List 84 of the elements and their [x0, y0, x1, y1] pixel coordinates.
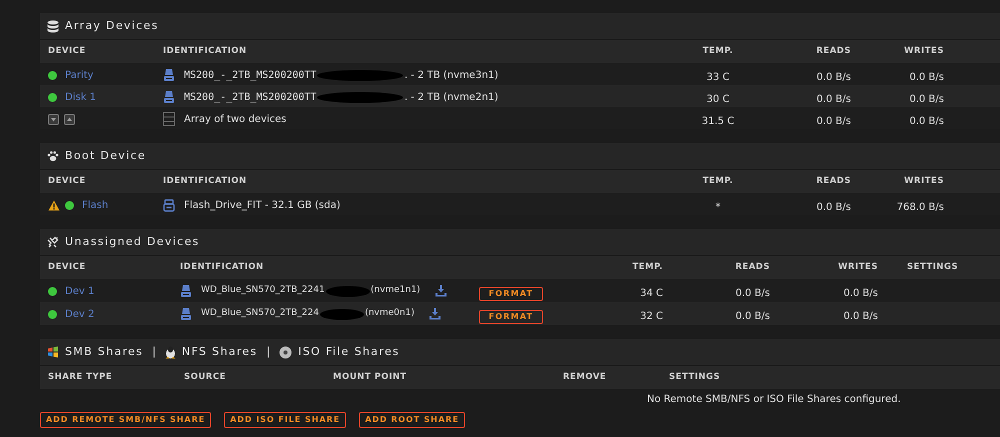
device-link[interactable]: Dev 2	[65, 306, 94, 322]
database-icon	[47, 20, 59, 32]
table-cell: 31.5 C	[702, 116, 734, 127]
column-header: TEMP.	[702, 46, 734, 56]
column-header: WRITES	[904, 176, 944, 186]
column-header: TEMP.	[632, 262, 663, 272]
column-header: REMOVE	[563, 372, 606, 382]
paw-icon	[47, 150, 59, 162]
table-cell: 0.0 B/s	[816, 72, 851, 83]
move-up-button[interactable]	[64, 114, 75, 124]
identification-text: MS200_-_2TB_MS200200TT	[184, 90, 316, 104]
table-cell: 0.0 B/s	[843, 311, 878, 322]
section-title: Array Devices	[65, 18, 159, 34]
table-cell: *	[716, 202, 720, 213]
usb-drive-icon	[163, 198, 175, 212]
table-cell: 0.0 B/s	[735, 311, 770, 322]
column-header: READS	[735, 262, 770, 272]
column-header: WRITES	[838, 262, 878, 272]
mount-icon	[435, 285, 448, 297]
device-link[interactable]: Disk 1	[65, 90, 96, 104]
table-cell: 0.0 B/s	[816, 202, 851, 213]
windows-logo-icon	[47, 346, 59, 358]
unplugged-icon	[47, 236, 59, 248]
drive-icon	[163, 90, 175, 104]
column-header: SETTINGS	[907, 262, 958, 272]
move-down-button[interactable]	[48, 114, 59, 124]
mount-icon	[429, 308, 442, 320]
array-icon	[163, 112, 175, 126]
identification-text: (nvme1n1)	[370, 284, 420, 298]
column-header: WRITES	[904, 46, 944, 56]
column-header: SHARE TYPE	[48, 372, 112, 382]
add-share-button[interactable]: ADD ROOT SHARE	[359, 412, 466, 428]
separator: |	[266, 344, 270, 360]
table-cell: 0.0 B/s	[816, 94, 851, 105]
section-title: SMB Shares	[65, 344, 144, 360]
drive-icon	[180, 284, 192, 298]
column-header: READS	[816, 176, 851, 186]
section-title: NFS Shares	[182, 344, 258, 360]
device-link[interactable]: Flash	[82, 198, 108, 212]
table-cell: 0.0 B/s	[843, 288, 878, 299]
identification-text: . - 2 TB (nvme3n1)	[404, 68, 498, 82]
column-header: DEVICE	[48, 176, 86, 186]
column-header: MOUNT POINT	[333, 372, 407, 382]
table-cell: 33 C	[706, 72, 730, 83]
identification-text: Flash_Drive_FIT - 32.1 GB (sda)	[184, 198, 340, 212]
table-cell: 768.0 B/s	[896, 202, 944, 213]
empty-message: No Remote SMB/NFS or ISO File Shares configured.	[647, 393, 901, 407]
column-header: IDENTIFICATION	[163, 46, 247, 56]
table-cell: 0.0 B/s	[735, 288, 770, 299]
identification-text: WD_Blue_SN570_2TB_2241	[201, 284, 325, 298]
table-cell: 0.0 B/s	[909, 116, 944, 127]
device-link[interactable]: Parity	[65, 68, 94, 82]
identification-text: MS200_-_2TB_MS200200TT	[184, 68, 316, 82]
column-header: IDENTIFICATION	[163, 176, 247, 186]
section-title: Boot Device	[65, 148, 146, 164]
column-header: IDENTIFICATION	[180, 262, 264, 272]
section-title: Unassigned Devices	[65, 234, 200, 250]
section-title: ISO File Shares	[298, 344, 400, 360]
format-button[interactable]: FORMAT	[479, 310, 543, 324]
disc-icon	[279, 346, 292, 358]
format-button[interactable]: FORMAT	[479, 287, 543, 301]
column-header: DEVICE	[48, 46, 86, 56]
identification-text: (nvme0n1)	[364, 307, 414, 320]
table-cell: 0.0 B/s	[909, 94, 944, 105]
separator: |	[152, 344, 156, 360]
table-cell: 32 C	[640, 311, 663, 322]
device-link[interactable]: Dev 1	[65, 284, 94, 298]
table-cell: 0.0 B/s	[909, 72, 944, 83]
drive-icon	[180, 307, 192, 321]
column-header: SOURCE	[184, 372, 226, 382]
table-cell: 30 C	[706, 94, 730, 105]
column-header: READS	[816, 46, 851, 56]
identification-text: . - 2 TB (nvme2n1)	[404, 90, 498, 104]
table-cell: 34 C	[640, 288, 663, 299]
column-header: SETTINGS	[669, 372, 720, 382]
identification-text: WD_Blue_SN570_2TB_224	[201, 307, 319, 320]
identification-text: Array of two devices	[184, 112, 286, 126]
add-share-button[interactable]: ADD REMOTE SMB/NFS SHARE	[40, 412, 212, 428]
column-header: TEMP.	[702, 176, 734, 186]
table-cell: 0.0 B/s	[816, 116, 851, 127]
penguin-icon	[164, 346, 176, 358]
column-header: DEVICE	[48, 262, 86, 272]
add-share-button[interactable]: ADD ISO FILE SHARE	[224, 412, 346, 428]
drive-icon	[163, 68, 175, 82]
